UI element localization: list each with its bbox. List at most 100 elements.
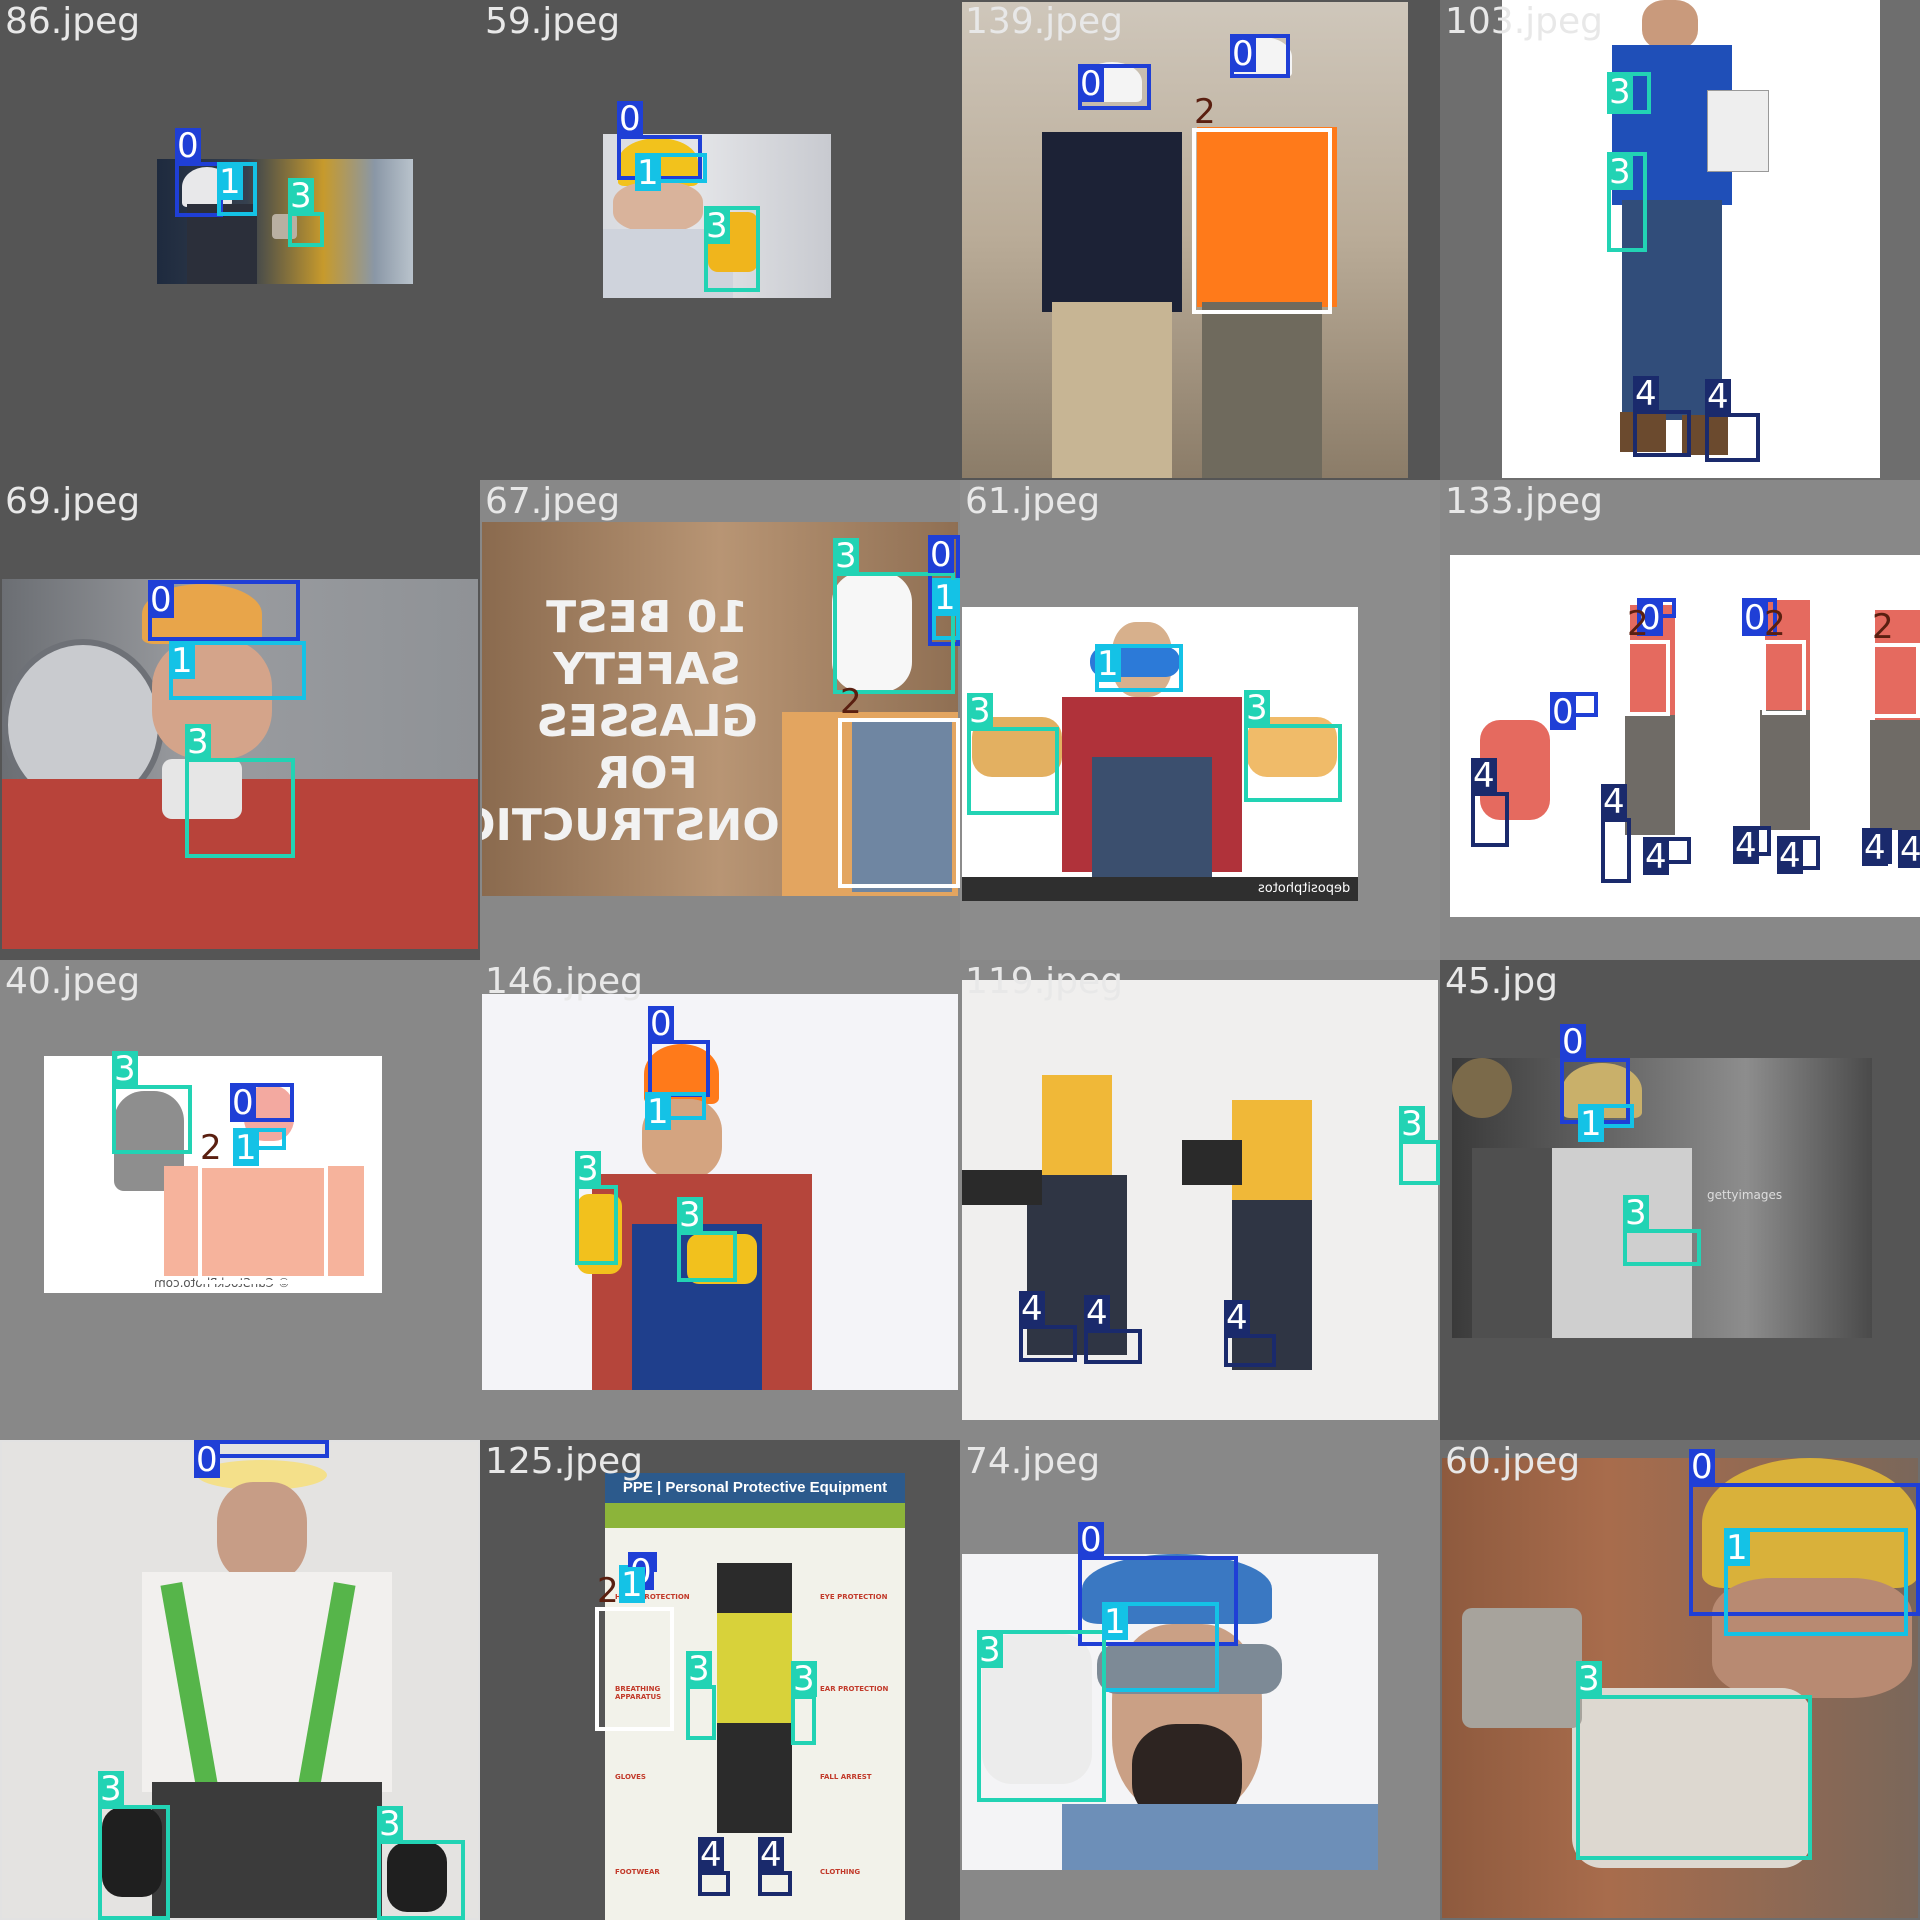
tile-filename: 45.jpg <box>1445 961 1558 1002</box>
tile-filename: 139.jpeg <box>965 1 1124 42</box>
watermark-text: gettyimages <box>1707 1188 1783 1202</box>
bbox-glove <box>791 1695 816 1745</box>
bbox-label: 4 <box>1019 1289 1045 1329</box>
bbox-goggles <box>1724 1528 1908 1636</box>
bbox-glove <box>1576 1695 1812 1860</box>
bbox-vest <box>595 1607 674 1731</box>
bbox-label: 0 <box>1078 1520 1104 1560</box>
poster-item: CLOTHING <box>820 1868 861 1876</box>
bbox-label: 4 <box>1084 1293 1110 1333</box>
bbox-vest <box>1762 640 1806 715</box>
tile-filename: 146.jpeg <box>485 961 644 1002</box>
bbox-label: 0 <box>648 1004 674 1044</box>
sign-line: SAFETY <box>553 644 741 695</box>
bbox-label: 1 <box>233 1128 259 1168</box>
bbox-label: 0 <box>230 1083 256 1123</box>
bbox-label: 4 <box>1633 374 1659 414</box>
poster-item: GLOVES <box>615 1773 646 1781</box>
bbox-label: 3 <box>677 1195 703 1235</box>
bbox-boot <box>1601 818 1631 883</box>
bbox-glove <box>686 1685 716 1740</box>
bbox-label: 1 <box>1578 1104 1604 1144</box>
bbox-label: 3 <box>1607 152 1633 192</box>
bbox-label: 4 <box>1898 832 1920 868</box>
bbox-label: 1 <box>1102 1602 1128 1642</box>
tile-74: 74.jpeg 0 1 3 <box>960 1440 1440 1920</box>
tile-60: 60.jpeg 0 1 3 <box>1440 1440 1920 1920</box>
tile-filename: 40.jpeg <box>5 961 141 1002</box>
bbox-vest <box>838 718 960 888</box>
bbox-boot <box>1633 410 1691 457</box>
bbox-label: 4 <box>1705 377 1731 417</box>
tile-filename: 133.jpeg <box>1445 481 1604 522</box>
bbox-label: 4 <box>698 1835 724 1875</box>
bbox-label: 0 <box>1560 1022 1586 1062</box>
bbox-label: 2 <box>1872 607 1894 647</box>
bbox-glove <box>967 727 1059 815</box>
tile-filename: 61.jpeg <box>965 481 1101 522</box>
bbox-glove <box>112 1085 192 1154</box>
tile-filename: 67.jpeg <box>485 481 621 522</box>
bbox-label: 4 <box>1471 756 1497 796</box>
tile-146: 146.jpeg 0 1 3 3 <box>480 960 960 1440</box>
poster-item: EYE PROTECTION <box>820 1593 888 1601</box>
sign-line: FOR <box>596 748 698 799</box>
tile-filename: 103.jpeg <box>1445 1 1604 42</box>
tile-69: 69.jpeg 0 1 3 <box>0 480 480 960</box>
bbox-glove <box>377 1840 465 1920</box>
bbox-label: 3 <box>1244 688 1270 728</box>
bbox-vest <box>1625 640 1670 716</box>
bbox-label: 1 <box>932 578 958 618</box>
tile-filename: 86.jpeg <box>5 1 141 42</box>
bbox-label: 0 <box>1689 1447 1715 1487</box>
bbox-label: 3 <box>1399 1104 1425 1144</box>
sign-line: CONSTRUCTIO <box>482 800 812 851</box>
bbox-vest <box>1192 128 1332 314</box>
tile-filename: 119.jpeg <box>965 961 1124 1002</box>
bbox-label: 3 <box>98 1769 124 1809</box>
tile-59: 59.jpeg 0 1 3 <box>480 0 960 480</box>
bbox-label: 2 <box>200 1128 222 1168</box>
tile-61: depositphotos 61.jpeg 1 3 3 <box>960 480 1440 960</box>
bbox-label: 0 <box>148 580 174 620</box>
bbox-boot <box>1019 1325 1077 1362</box>
bbox-label: 3 <box>185 722 211 762</box>
bbox-label: 4 <box>758 1835 784 1875</box>
tile-67: 10 BEST SAFETY GLASSES FOR CONSTRUCTIO 6… <box>480 480 960 960</box>
bbox-label: 3 <box>704 206 730 246</box>
sign-line: GLASSES <box>536 696 758 747</box>
tile-filename: 60.jpeg <box>1445 1441 1581 1482</box>
bbox-label: 3 <box>1623 1193 1649 1233</box>
poster-item: FALL ARREST <box>820 1773 872 1781</box>
tile-45: gettyimages 45.jpg 0 1 3 <box>1440 960 1920 1440</box>
bbox-vest <box>198 1164 328 1284</box>
photo <box>962 2 1408 478</box>
bbox-label: 3 <box>1607 72 1633 112</box>
bbox-helmet <box>175 162 223 217</box>
bbox-label: 3 <box>377 1804 403 1844</box>
bbox-label: 4 <box>1601 782 1627 822</box>
bbox-label: 3 <box>791 1659 817 1699</box>
bbox-glove <box>1623 1229 1701 1266</box>
mosaic-grid: 86.jpeg 0 1 3 59.jpeg 0 1 3 139.jpeg 0 0 2 <box>0 0 1920 1920</box>
bbox-label: 2 <box>1764 604 1786 644</box>
bbox-label: 3 <box>977 1630 1003 1670</box>
bbox-label: 0 <box>194 1440 220 1480</box>
tile-filename: 74.jpeg <box>965 1441 1101 1482</box>
bbox-label: 4 <box>1777 836 1803 876</box>
bbox-label: 4 <box>1224 1298 1250 1338</box>
bbox-label: 4 <box>1733 826 1759 866</box>
bbox-helmet <box>648 1040 710 1097</box>
photo: gettyimages <box>1452 1058 1872 1338</box>
bbox-label: 2 <box>1194 92 1216 132</box>
tile-filename: 59.jpeg <box>485 1 621 42</box>
bbox-label: 1 <box>169 641 195 681</box>
bbox-boot <box>1705 413 1760 462</box>
bbox-label: 1 <box>635 153 661 193</box>
bbox-label: 4 <box>1862 828 1888 868</box>
bbox-boot <box>1224 1334 1276 1367</box>
bbox-label: 2 <box>840 682 862 722</box>
bbox-label: 3 <box>112 1049 138 1089</box>
bbox-boot <box>1084 1329 1142 1364</box>
watermark-text: depositphotos <box>1257 881 1350 896</box>
